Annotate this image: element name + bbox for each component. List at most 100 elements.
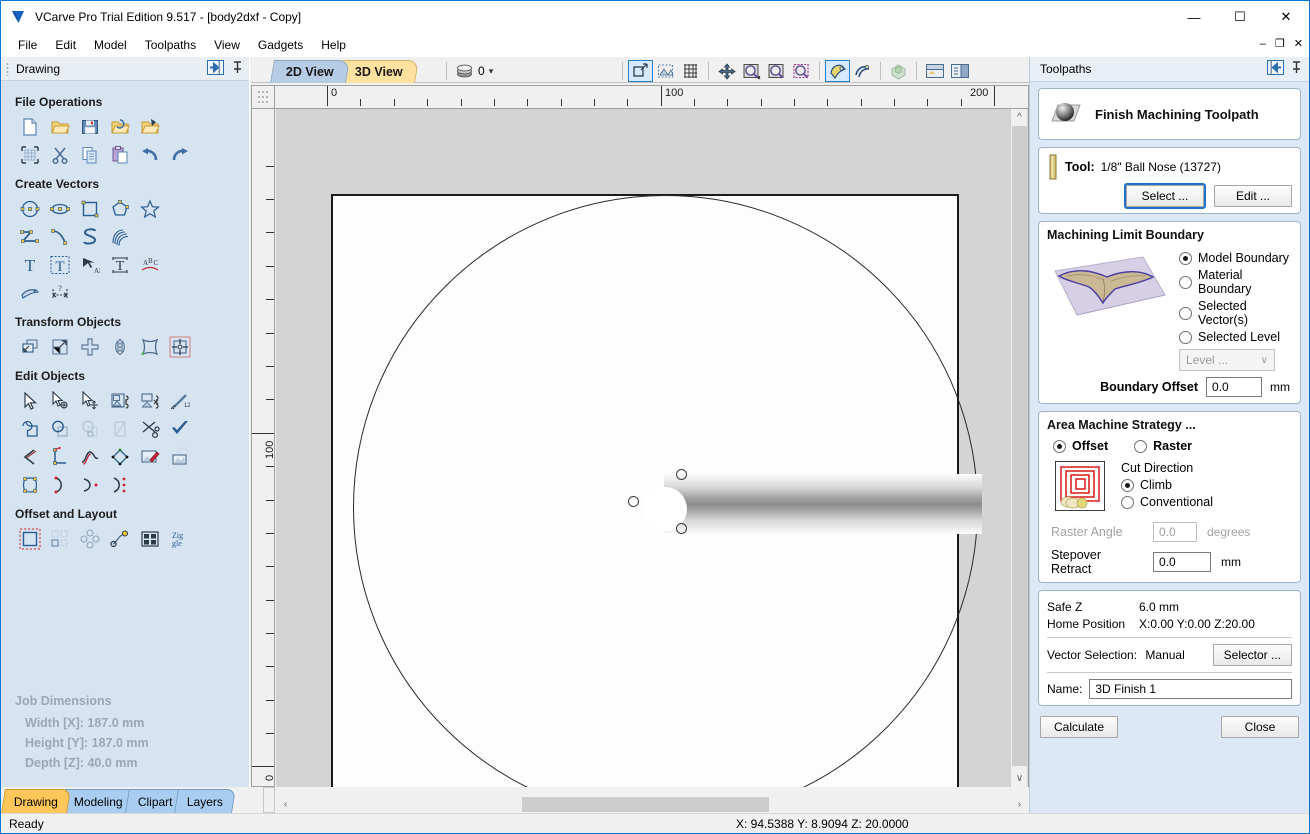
menu-item-toolpaths[interactable]: Toolpaths <box>136 35 205 55</box>
tab-drawing[interactable]: Drawing <box>1 789 71 813</box>
trim-vectors-icon[interactable] <box>135 415 165 443</box>
panel-grip[interactable] <box>6 61 9 76</box>
radio-selected-level[interactable]: Selected Level <box>1179 330 1292 344</box>
move-object-icon[interactable] <box>15 333 45 361</box>
curve-join-icon[interactable] <box>75 471 105 499</box>
distort-object-icon[interactable] <box>135 333 165 361</box>
undo-icon[interactable] <box>135 141 165 169</box>
scale-object-icon[interactable] <box>45 333 75 361</box>
toggle-grid-icon[interactable] <box>678 60 703 82</box>
calculate-button[interactable]: Calculate <box>1040 716 1118 738</box>
select-tool-button[interactable]: Select ... <box>1124 183 1206 209</box>
offset-layout-icon[interactable] <box>15 525 45 553</box>
edit-bitmap-icon[interactable] <box>135 443 165 471</box>
draw-rectangle-icon[interactable] <box>75 195 105 223</box>
menu-item-file[interactable]: File <box>9 35 46 55</box>
radio-offset-strategy[interactable]: Offset <box>1053 439 1108 453</box>
zoom-to-drawing-icon[interactable] <box>653 60 678 82</box>
selector-button[interactable]: Selector ... <box>1212 644 1292 666</box>
save-file-icon[interactable] <box>75 113 105 141</box>
toggle-3d-preview-icon[interactable] <box>886 60 911 82</box>
select-tool-icon[interactable] <box>15 387 45 415</box>
check-geometry-icon[interactable] <box>165 415 195 443</box>
draw-curve-icon[interactable] <box>45 223 75 251</box>
scroll-down-icon[interactable]: ∨ <box>1011 770 1028 787</box>
scroll-right-icon[interactable]: › <box>1011 796 1028 813</box>
copy-along-curve-icon[interactable] <box>105 525 135 553</box>
split-view-horizontal-icon[interactable] <box>922 60 947 82</box>
nest-vectors-icon[interactable] <box>15 471 45 499</box>
menu-item-edit[interactable]: Edit <box>46 35 85 55</box>
weld-vectors-icon[interactable] <box>15 415 45 443</box>
tab-3d-view[interactable]: 3D View <box>338 60 419 83</box>
zoom-to-selection-icon[interactable] <box>628 60 653 82</box>
radio-conventional[interactable]: Conventional <box>1121 495 1213 509</box>
import-vectors-icon[interactable] <box>135 113 165 141</box>
rotate-copy-icon[interactable] <box>75 525 105 553</box>
node-handle-left[interactable] <box>628 496 639 507</box>
array-copy-icon[interactable] <box>45 525 75 553</box>
fit-curve-icon[interactable] <box>75 443 105 471</box>
cut-icon[interactable] <box>45 141 75 169</box>
dimension-icon[interactable]: ? <box>45 279 75 307</box>
node-edit-icon[interactable] <box>45 387 75 415</box>
zoom-extents-icon[interactable] <box>764 60 789 82</box>
maximize-button[interactable]: ☐ <box>1217 1 1263 33</box>
move-nodes-icon[interactable] <box>75 387 105 415</box>
auto-layout-text-icon[interactable]: T <box>105 251 135 279</box>
tab-layers[interactable]: Layers <box>174 789 236 813</box>
close-button[interactable]: ✕ <box>1263 1 1309 33</box>
create-fillet-icon[interactable] <box>45 443 75 471</box>
level-value[interactable]: 0 <box>478 64 485 78</box>
mdi-close-button[interactable]: ✕ <box>1294 38 1303 50</box>
block-copy-icon[interactable] <box>135 525 165 553</box>
draw-circle-icon[interactable] <box>15 195 45 223</box>
copy-icon[interactable] <box>75 141 105 169</box>
tab-modeling[interactable]: Modeling <box>61 789 136 813</box>
create-text-icon[interactable]: T <box>15 251 45 279</box>
draw-spiral-icon[interactable] <box>105 223 135 251</box>
measure-icon[interactable]: 12 <box>165 387 195 415</box>
chevron-down-icon[interactable]: ▾ <box>489 66 494 77</box>
draw-trace-bitmap-icon[interactable] <box>15 279 45 307</box>
open-file-icon[interactable] <box>45 113 75 141</box>
text-on-curve-icon[interactable]: AB <box>75 251 105 279</box>
toggle-vectors-icon[interactable] <box>825 60 850 82</box>
menu-item-help[interactable]: Help <box>312 35 355 55</box>
edit-text-icon[interactable]: T <box>45 251 75 279</box>
offset-vectors-icon[interactable] <box>105 443 135 471</box>
node-handle-top[interactable] <box>676 469 687 480</box>
fillet-vectors-icon[interactable] <box>105 415 135 443</box>
ruler-origin-corner[interactable] <box>251 85 275 109</box>
tab-2d-view[interactable]: 2D View <box>269 60 350 83</box>
curve-split-icon[interactable] <box>105 471 135 499</box>
horizontal-ruler[interactable]: 0 100 200 <box>275 85 1029 109</box>
text-arc-icon[interactable]: ABC <box>135 251 165 279</box>
mdi-restore-button[interactable]: ❐ <box>1275 38 1285 50</box>
canvas-vertical-scrollbar[interactable]: ^ ∨ <box>1010 109 1027 787</box>
nesting-icon[interactable]: Zig gle <box>165 525 195 553</box>
draw-freehand-icon[interactable] <box>75 223 105 251</box>
menu-item-gadgets[interactable]: Gadgets <box>249 35 312 55</box>
intersect-vectors-icon[interactable] <box>75 415 105 443</box>
pin-icon[interactable] <box>232 61 243 74</box>
panel-collapse-icon[interactable] <box>207 60 224 75</box>
draw-polygon-icon[interactable] <box>105 195 135 223</box>
radio-model-boundary[interactable]: Model Boundary <box>1179 251 1292 265</box>
mirror-object-icon[interactable] <box>105 333 135 361</box>
edit-tool-button[interactable]: Edit ... <box>1214 185 1292 207</box>
mdi-minimize-button[interactable]: – <box>1260 38 1266 50</box>
node-handle-bottom[interactable] <box>676 523 687 534</box>
subtract-vectors-icon[interactable] <box>45 415 75 443</box>
relief-model-preview[interactable] <box>664 474 982 534</box>
curve-start-icon[interactable] <box>45 471 75 499</box>
crop-bitmap-icon[interactable] <box>165 443 195 471</box>
panel-splitter[interactable] <box>263 787 275 813</box>
scroll-left-icon[interactable]: ‹ <box>277 796 294 813</box>
vertical-ruler[interactable]: 100 0 <box>251 109 275 787</box>
split-view-vertical-icon[interactable] <box>947 60 972 82</box>
horizontal-scroll-thumb[interactable] <box>522 797 769 812</box>
vertical-scroll-thumb[interactable] <box>1012 126 1027 766</box>
zoom-box-icon[interactable] <box>739 60 764 82</box>
redo-icon[interactable] <box>165 141 195 169</box>
